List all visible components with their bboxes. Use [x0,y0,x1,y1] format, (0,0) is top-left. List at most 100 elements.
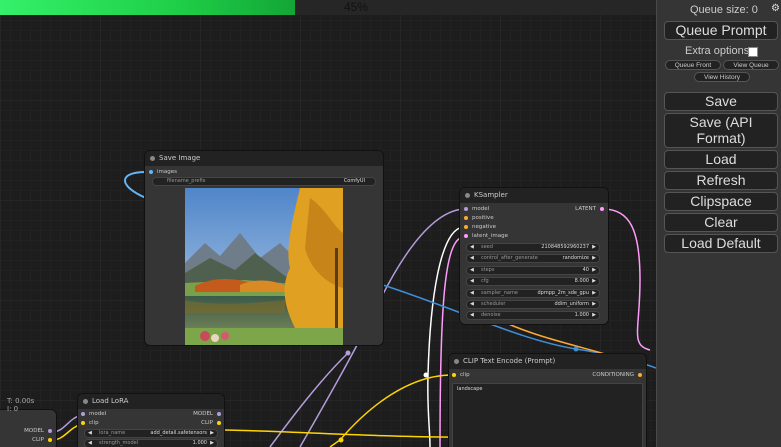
arrow-right-icon[interactable]: ▶ [592,290,596,297]
node-title-bar[interactable]: Save Image [145,151,383,166]
input-slot-clip[interactable]: clip [81,419,99,427]
widget-value: dpmpp_2m_sde_gpu [537,289,590,296]
reroute-dot[interactable] [423,372,429,378]
node-title-bar[interactable]: Load LoRA [78,394,224,409]
arrow-left-icon[interactable]: ◀ [470,255,474,262]
queue-front-button[interactable]: Queue Front [665,60,721,70]
landscape-image-icon [185,188,343,345]
widget-value: 40 [582,266,589,273]
load-lora-node[interactable]: Load LoRA model clip MODEL CLIP ◀ lora_na… [78,394,224,447]
widget-label: scheduler [481,301,506,307]
clip-text-encode-node[interactable]: CLIP Text Encode (Prompt) clip CONDITION… [449,354,646,447]
output-slot-clip[interactable]: CLIP [32,436,52,444]
slot-label: negative [472,224,497,230]
node-title: KSampler [474,191,508,199]
gear-icon[interactable]: ⚙ [771,3,780,14]
ksampler-widget-seed[interactable]: ◀ seed 210848592960237 ▶ [466,243,600,252]
prompt-textarea[interactable]: landscape [452,383,643,447]
widget-value: 1.000 [192,440,207,446]
input-slot-clip[interactable]: clip [452,371,470,379]
arrow-right-icon[interactable]: ▶ [592,301,596,308]
view-queue-button[interactable]: View Queue [723,60,779,70]
input-slot-latent-image[interactable]: latent_image [464,232,508,240]
ksampler-widget-steps[interactable]: ◀ steps 40 ▶ [466,265,600,275]
collapse-dot-icon[interactable] [465,193,470,198]
widget-label: steps [481,266,495,273]
output-slot-model[interactable]: MODEL [193,410,221,418]
arrow-left-icon[interactable]: ◀ [470,312,474,319]
widget-value: add_detail.safetensors [150,430,207,436]
view-history-button[interactable]: View History [694,72,750,82]
progress-label: 45% [343,0,369,14]
arrow-left-icon[interactable]: ◀ [470,290,474,297]
reroute-dot[interactable] [573,346,579,352]
arrow-right-icon[interactable]: ▶ [592,244,596,251]
output-slot-model[interactable]: MODEL [24,427,52,435]
arrow-left-icon[interactable]: ◀ [470,278,474,285]
arrow-right-icon[interactable]: ▶ [210,440,214,447]
input-slot-model[interactable]: model [81,410,106,418]
node-title-bar[interactable]: CLIP Text Encode (Prompt) [449,354,646,369]
node-title-bar[interactable]: KSampler [460,188,608,203]
input-slot-images[interactable]: images [149,168,177,176]
save-image-node[interactable]: Save Image images filename_prefix ComfyUI [145,151,383,345]
save-button[interactable]: Save [664,92,778,111]
widget-label: control_after_generate [481,255,538,262]
ksampler-widget-scheduler[interactable]: ◀ scheduler ddim_uniform ▶ [466,300,600,309]
input-slot-model[interactable]: model [464,205,489,213]
collapse-dot-icon[interactable] [454,359,459,364]
input-slot-positive[interactable]: positive [464,214,494,222]
widget-label: filename_prefix [167,178,206,184]
widget-value: ComfyUI [343,178,365,184]
arrow-left-icon[interactable]: ◀ [470,301,474,308]
load-default-button[interactable]: Load Default [664,234,778,253]
output-slot-clip[interactable]: CLIP [201,419,221,427]
clipspace-button[interactable]: Clipspace [664,192,778,211]
arrow-right-icon[interactable]: ▶ [592,312,596,319]
arrow-left-icon[interactable]: ◀ [470,244,474,251]
widget-value: 1.000 [574,312,589,319]
clear-button[interactable]: Clear [664,213,778,232]
node-title: Load LoRA [92,397,129,405]
arrow-left-icon[interactable]: ◀ [88,430,92,437]
widget-label: cfg [481,278,489,285]
ksampler-widget-denoise[interactable]: ◀ denoise 1.000 ▶ [466,311,600,321]
ksampler-node[interactable]: KSampler model positive negative latent_… [460,188,608,324]
queue-size-label: Queue size: 0 [690,4,758,16]
arrow-right-icon[interactable]: ▶ [592,278,596,285]
input-slot-negative[interactable]: negative [464,223,496,231]
node-graph-canvas[interactable]: 45% Save Image images filename_prefix Com… [0,0,656,447]
widget-label: lora_name [99,430,126,436]
queue-prompt-button[interactable]: Queue Prompt [664,21,778,40]
strength-model-widget[interactable]: ◀ strength_model 1.000 ▶ [84,439,218,447]
arrow-left-icon[interactable]: ◀ [88,440,92,447]
ksampler-widget-cfg[interactable]: ◀ cfg 8.000 ▶ [466,277,600,287]
reroute-dot[interactable] [345,350,351,356]
arrow-left-icon[interactable]: ◀ [470,267,474,274]
widget-label: denoise [481,312,501,319]
widget-value: 210848592960237 [541,244,589,250]
slot-label: clip [89,420,99,426]
checkpoint-loader-node[interactable]: MODEL CLIP [0,410,56,447]
load-button[interactable]: Load [664,150,778,169]
output-slot-conditioning[interactable]: CONDITIONING [592,371,642,379]
slot-label: latent_image [472,233,508,239]
collapse-dot-icon[interactable] [150,156,155,161]
arrow-right-icon[interactable]: ▶ [592,255,596,262]
output-slot-latent[interactable]: LATENT [575,205,604,213]
iteration-readout: I: 0 [7,405,19,413]
arrow-right-icon[interactable]: ▶ [210,430,214,437]
collapse-dot-icon[interactable] [83,399,88,404]
lora-name-widget[interactable]: ◀ lora_name add_detail.safetensors ▶ [84,429,218,438]
widget-label: seed [481,244,493,250]
extra-options-checkbox[interactable] [748,47,758,57]
slot-label: CLIP [201,420,213,426]
reroute-dot[interactable] [338,437,344,443]
ksampler-widget-sampler-name[interactable]: ◀ sampler_name dpmpp_2m_sde_gpu ▶ [466,288,600,298]
refresh-button[interactable]: Refresh [664,171,778,190]
arrow-right-icon[interactable]: ▶ [592,267,596,274]
ksampler-widget-control-after-generate[interactable]: ◀ control_after_generate randomize ▶ [466,254,600,264]
slot-label: clip [460,372,470,378]
save-api-format-button[interactable]: Save (API Format) [664,113,778,148]
filename-prefix-widget[interactable]: filename_prefix ComfyUI [152,177,376,186]
